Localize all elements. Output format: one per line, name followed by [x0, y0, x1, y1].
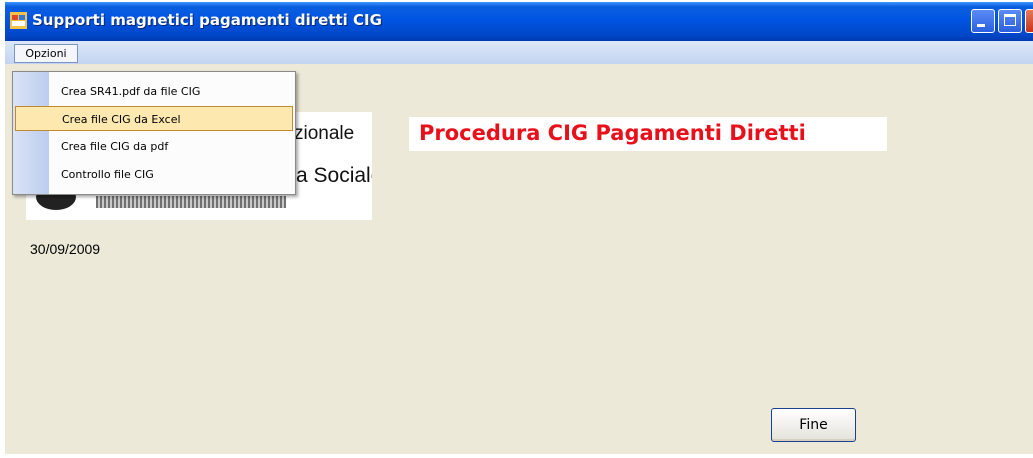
opzioni-dropdown-menu: Crea SR41.pdf da file CIG Crea file CIG …: [12, 71, 296, 195]
date-label: 30/09/2009: [30, 241, 101, 257]
menu-opzioni[interactable]: Opzioni: [14, 44, 78, 63]
logo-text-line1: zionale: [294, 123, 355, 144]
menu-item-label: Crea file CIG da pdf: [61, 140, 169, 153]
menu-item-controllo-file-cig[interactable]: Controllo file CIG: [15, 162, 293, 187]
minimize-icon: [977, 24, 985, 27]
app-icon[interactable]: [10, 12, 27, 29]
maximize-icon: [1004, 14, 1016, 26]
logo-stripe: [96, 196, 286, 208]
menu-item-crea-sr41-pdf[interactable]: Crea SR41.pdf da file CIG: [15, 79, 293, 104]
close-button[interactable]: [1025, 9, 1033, 33]
menu-item-crea-cig-da-pdf[interactable]: Crea file CIG da pdf: [15, 134, 293, 159]
menu-item-label: Controllo file CIG: [61, 168, 154, 181]
procedure-heading: Procedura CIG Pagamenti Diretti: [419, 121, 806, 145]
window-title: Supporti magnetici pagamenti diretti CIG: [32, 11, 382, 29]
fine-button[interactable]: Fine: [771, 408, 856, 442]
menu-bar: [5, 41, 1033, 64]
logo-text-line2: a Sociale: [296, 164, 372, 187]
title-bar[interactable]: Supporti magnetici pagamenti diretti CIG: [5, 2, 1033, 41]
maximize-button[interactable]: [998, 9, 1022, 33]
application-window: Supporti magnetici pagamenti diretti CIG…: [5, 2, 1033, 454]
menu-item-label: Crea file CIG da Excel: [62, 113, 181, 126]
minimize-button[interactable]: [971, 9, 995, 33]
menu-item-label: Crea SR41.pdf da file CIG: [61, 85, 201, 98]
procedure-heading-box: Procedura CIG Pagamenti Diretti: [409, 117, 887, 151]
menu-item-crea-cig-da-excel[interactable]: Crea file CIG da Excel: [15, 106, 293, 131]
